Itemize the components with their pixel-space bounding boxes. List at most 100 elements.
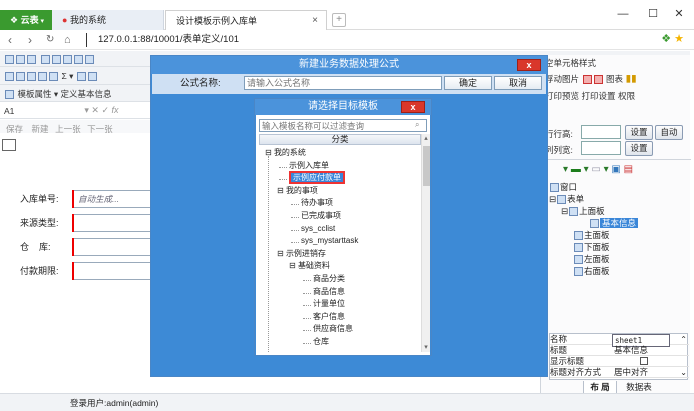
template-tree-node[interactable]: 商品信息 bbox=[313, 287, 345, 297]
split-icon[interactable] bbox=[87, 72, 97, 82]
collapse-toggle-icon[interactable]: ⊟ bbox=[265, 148, 274, 157]
tree-node-main-panel[interactable]: 主面板 bbox=[573, 229, 610, 241]
tab-my-system[interactable]: ● 我的系统 bbox=[52, 10, 164, 30]
home-icon[interactable]: ⌂ bbox=[64, 30, 71, 50]
scrollbar-thumb[interactable] bbox=[423, 146, 430, 186]
tree-node-right-panel[interactable]: 右面板 bbox=[573, 265, 610, 277]
permission-button[interactable]: 权限 bbox=[618, 91, 635, 101]
template-tree-node[interactable]: 计量单位 bbox=[313, 299, 345, 309]
merge-icon[interactable] bbox=[76, 72, 86, 82]
row-height-set-button[interactable]: 设置 bbox=[625, 125, 653, 140]
tree-node-form[interactable]: ⊟ 表单 bbox=[549, 193, 584, 205]
ie-compat-icon[interactable]: ❖ bbox=[661, 33, 671, 45]
prop-row-title-align[interactable]: 标题对齐方式 居中对齐 ⌄ bbox=[550, 367, 689, 378]
cut-icon[interactable] bbox=[51, 55, 61, 65]
table-icon[interactable] bbox=[27, 72, 36, 82]
template-tree-node[interactable]: 供应商信息 bbox=[313, 324, 353, 334]
table-icon[interactable] bbox=[38, 72, 47, 82]
tree-node-basic-info[interactable]: 基本信息 bbox=[589, 217, 639, 229]
cell-reference[interactable]: A1 bbox=[4, 106, 14, 116]
tab-yunbiao[interactable]: ❖ 云表 ▾ bbox=[0, 10, 52, 30]
prop-row-show-title[interactable]: 显示标题 bbox=[550, 356, 689, 367]
insert-icon[interactable] bbox=[40, 55, 50, 65]
url-input[interactable]: 127.0.0.1:88/10001/表单定义/101 bbox=[98, 30, 239, 50]
dialog-close-button[interactable]: x bbox=[401, 101, 425, 113]
template-tree-node[interactable]: ⊟ 我的系统 bbox=[265, 148, 306, 158]
show-title-checkbox[interactable] bbox=[640, 357, 648, 365]
grid-icon[interactable] bbox=[27, 55, 36, 65]
template-tree-node[interactable]: ⊟ 我的事项 bbox=[277, 186, 318, 196]
template-tree-node[interactable]: 客户信息 bbox=[313, 312, 345, 322]
scroll-down-icon[interactable]: ⌄ bbox=[680, 367, 687, 378]
chart-button[interactable]: 图表 bbox=[606, 74, 623, 84]
template-properties-menu[interactable]: 模板属性 ▾ 定义基本信息 bbox=[18, 89, 112, 99]
refresh-icon[interactable]: ↻ bbox=[46, 30, 54, 50]
cancel-button[interactable]: 取消 bbox=[494, 76, 542, 90]
payment-term-input[interactable] bbox=[72, 262, 162, 280]
row-height-auto-button[interactable]: 自动 bbox=[655, 125, 683, 140]
minimize-button[interactable]: — bbox=[608, 6, 638, 22]
inbound-no-input[interactable]: 自动生成... bbox=[72, 190, 162, 208]
scroll-up-icon[interactable]: ⌃ bbox=[680, 334, 687, 345]
tree-node-left-panel[interactable]: 左面板 bbox=[573, 253, 610, 265]
col-width-input[interactable] bbox=[581, 141, 621, 155]
copy-icon[interactable] bbox=[62, 55, 72, 65]
template-tree-node[interactable]: sys_cclist bbox=[301, 224, 335, 234]
table-icon[interactable] bbox=[49, 72, 58, 82]
select-all-corner[interactable] bbox=[2, 139, 16, 151]
template-tree-node[interactable]: 示例入库单 bbox=[289, 161, 329, 171]
print-settings-button[interactable]: 打印设置 bbox=[582, 91, 616, 101]
prop-row-title[interactable]: 标题 基本信息 bbox=[550, 345, 689, 356]
tree-scrollbar[interactable]: ▴ ▾ bbox=[421, 134, 430, 352]
column-header-category[interactable]: 分类 bbox=[259, 134, 421, 145]
collapse-toggle-icon[interactable]: ⊟ bbox=[277, 249, 286, 258]
template-tree-node[interactable]: 商品分类 bbox=[313, 274, 345, 284]
template-tree-node[interactable]: sys_mystarttask bbox=[301, 236, 358, 246]
image-icon[interactable] bbox=[582, 74, 592, 84]
template-node-label: 我的系统 bbox=[273, 148, 306, 157]
template-tree-node[interactable]: ⊟ 示例进销存 bbox=[277, 249, 326, 259]
scroll-down-icon[interactable]: ▾ bbox=[422, 343, 430, 352]
dialog-close-button[interactable]: x bbox=[517, 59, 541, 71]
formula-cancel-icon[interactable]: ▾ ✕ ✓ fx bbox=[84, 105, 118, 116]
float-image-button[interactable]: 浮动图片 bbox=[545, 74, 579, 84]
template-tree-node[interactable]: ⊟ 基础资料 bbox=[289, 261, 330, 271]
panel-toolbar-icons[interactable]: ▾ ▬ ▾ ▭ ▾ ▣ ▤ bbox=[563, 164, 633, 175]
scroll-up-icon[interactable]: ▴ bbox=[422, 134, 430, 143]
ok-button[interactable]: 确定 bbox=[444, 76, 492, 90]
favorite-star-icon[interactable]: ★ bbox=[674, 33, 684, 45]
sum-icon[interactable]: Σ ▾ bbox=[62, 71, 74, 81]
collapse-toggle-icon[interactable]: ⊟ bbox=[289, 261, 298, 270]
tree-node-top-panel[interactable]: ⊟ 上面板 bbox=[561, 205, 605, 217]
forward-icon[interactable]: › bbox=[28, 30, 32, 50]
row-height-input[interactable] bbox=[581, 125, 621, 139]
warehouse-input[interactable] bbox=[72, 238, 162, 256]
new-tab-button[interactable]: + bbox=[332, 13, 346, 27]
back-icon[interactable]: ‹ bbox=[8, 30, 12, 50]
tree-node-bottom-panel[interactable]: 下面板 bbox=[573, 241, 610, 253]
table-icon[interactable] bbox=[16, 72, 25, 82]
grid-icon[interactable] bbox=[16, 55, 25, 65]
template-tree-node[interactable]: 仓库 bbox=[313, 337, 329, 347]
paste-icon[interactable] bbox=[73, 55, 83, 65]
formula-name-input[interactable] bbox=[244, 76, 442, 90]
close-window-button[interactable]: ✕ bbox=[664, 6, 694, 22]
tree-node-window[interactable]: 窗口 bbox=[549, 181, 577, 193]
source-type-input[interactable] bbox=[72, 214, 162, 232]
collapse-toggle-icon[interactable]: ⊟ bbox=[277, 186, 286, 195]
template-search-input[interactable] bbox=[259, 119, 427, 132]
table-icon[interactable] bbox=[5, 72, 14, 82]
template-tree-node[interactable]: 待办事项 bbox=[301, 198, 333, 208]
image-icon[interactable] bbox=[593, 74, 603, 84]
empty-cell-style-label[interactable]: 空单元格样式 bbox=[545, 57, 596, 69]
template-tree-node[interactable]: 示例应付款单 bbox=[289, 171, 345, 185]
tab-close-icon[interactable]: × bbox=[312, 11, 318, 31]
search-icon[interactable]: ⌕ bbox=[415, 120, 419, 130]
print-preview-button[interactable]: 打印预览 bbox=[545, 91, 579, 101]
col-width-set-button[interactable]: 设置 bbox=[625, 141, 653, 156]
template-tree-node[interactable]: 已完成事项 bbox=[301, 211, 341, 221]
tab-design-template[interactable]: 设计模板示例入库单 × bbox=[165, 10, 327, 30]
brush-icon[interactable] bbox=[84, 55, 94, 65]
save-icon[interactable] bbox=[5, 55, 14, 65]
prop-row-name[interactable]: 名称 sheet1 ⌃ bbox=[550, 334, 689, 347]
